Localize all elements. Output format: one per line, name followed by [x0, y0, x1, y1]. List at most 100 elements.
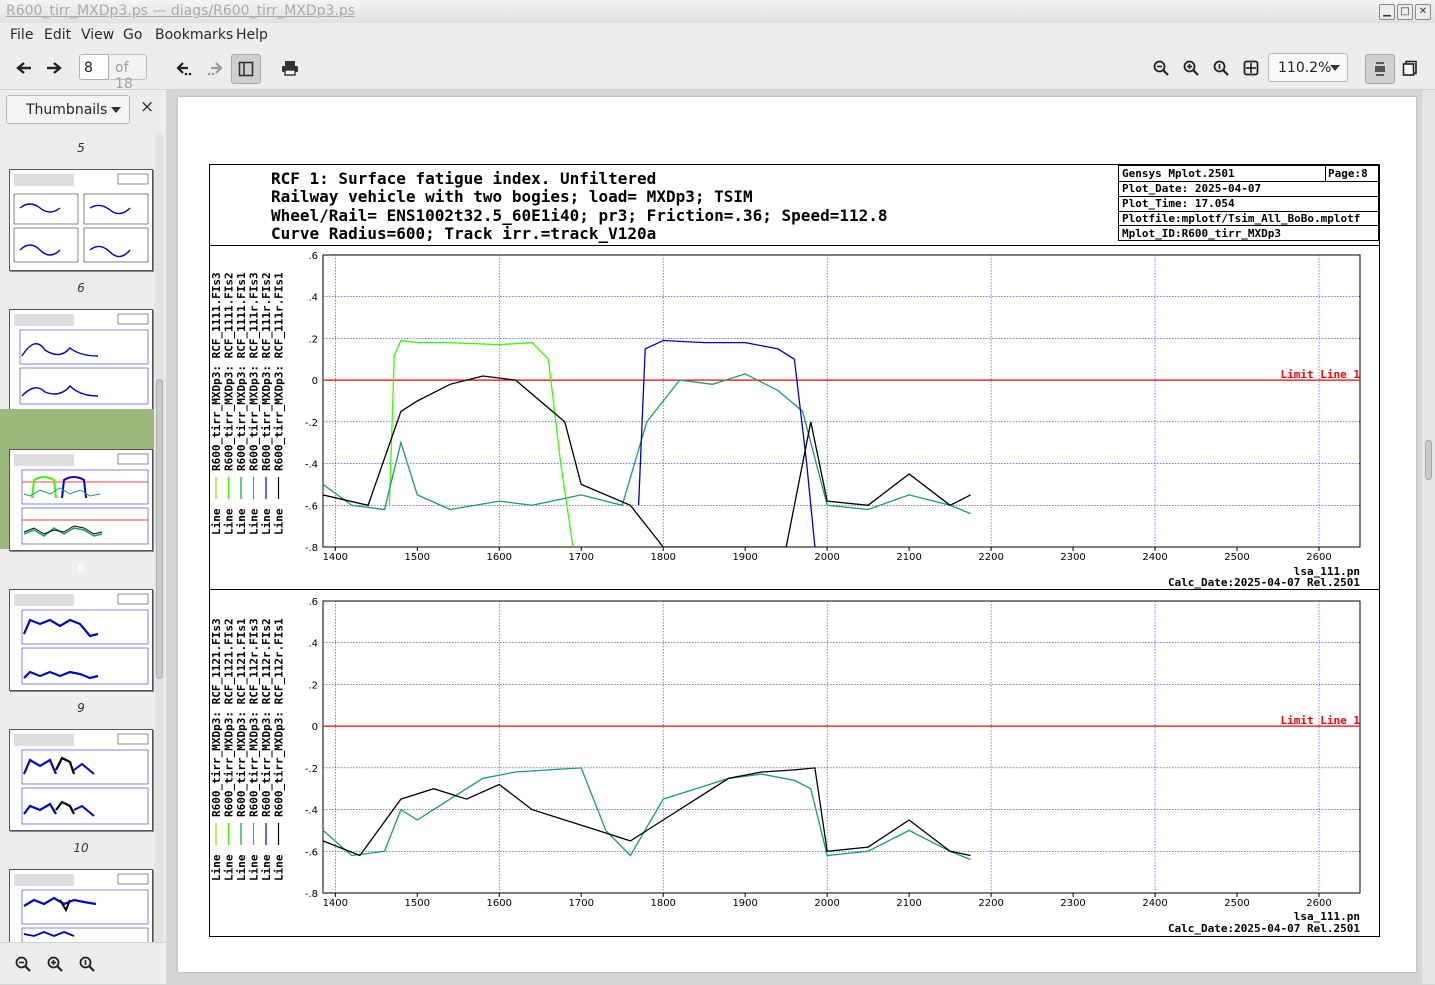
document-page: RCF 1: Surface fatigue index. Unfiltered… — [178, 97, 1416, 972]
sidebar-toggle-icon[interactable] — [231, 54, 261, 84]
document-view[interactable]: RCF 1: Surface fatigue index. Unfiltered… — [166, 90, 1435, 984]
x-tick-label: 1500 — [405, 552, 430, 563]
page-number-input[interactable]: 8 — [79, 54, 109, 80]
sidebar-scrollbar[interactable] — [155, 133, 164, 942]
chart-panel-2: 1400 1500 1600 1700 1800 1900 2000 2100 2200 2300… — [210, 597, 1361, 909]
legend-line-label: Line — [260, 854, 273, 881]
menu-help[interactable]: Help — [236, 27, 268, 43]
series-line — [323, 373, 971, 515]
y-tick-label: -.8 — [305, 543, 318, 554]
legend-series-label: R600_tirr_MXDp3: RCF_1111.FIs1 — [235, 272, 248, 471]
zoom-value: 110.2% — [1278, 60, 1332, 76]
legend-line-label: Line — [260, 508, 273, 535]
sidebar-bottom-bar — [0, 942, 166, 985]
menu-bar: File Edit View Go Bookmarks Help — [0, 23, 1435, 47]
y-tick-label: 0 — [312, 376, 318, 387]
forward-icon[interactable] — [41, 55, 67, 81]
window-titlebar[interactable]: R600_tirr_MXDp3.ps — diags/R600_tirr_MXD… — [0, 0, 1435, 24]
continuous-view-icon[interactable] — [1365, 54, 1395, 84]
zoom-out-icon[interactable] — [10, 951, 36, 977]
legend-series-label: R600_tirr_MXDp3: RCF_112r.FIs1 — [273, 618, 286, 817]
legend-series-label: R600_tirr_MXDp3: RCF_111r.FIs2 — [260, 272, 273, 471]
legend-line-label: Line — [273, 508, 286, 535]
close-window-button[interactable]: ✕ — [1415, 4, 1431, 20]
sidebar-mode-select[interactable]: Thumbnails — [6, 95, 130, 124]
back-icon[interactable] — [11, 55, 37, 81]
y-tick-label: .4 — [308, 639, 318, 650]
footer-calc-1: Calc_Date:2025-04-07 Rel.2501 — [1168, 576, 1360, 589]
legend-line-label: Line — [273, 854, 286, 881]
x-tick-label: 2200 — [978, 552, 1003, 563]
zoom-select[interactable]: 110.2% — [1268, 53, 1348, 82]
thumbnail-image — [9, 589, 153, 691]
legend-line-label: Line — [210, 508, 223, 535]
thumbnail-page-10[interactable]: 10 — [0, 689, 154, 855]
legend-series-label: R600_tirr_MXDp3: RCF_111r.FIs1 — [273, 272, 286, 471]
minimize-button[interactable]: ▁ — [1379, 4, 1395, 20]
document-scrollbar[interactable] — [1422, 90, 1435, 984]
header-title-line-4: Curve Radius=600; Track irr.=track_V120a — [271, 224, 656, 243]
history-back-icon[interactable] — [172, 55, 198, 81]
x-tick-label: 1800 — [650, 552, 675, 563]
y-tick-label: -.6 — [305, 847, 318, 858]
x-tick-label: 2400 — [1142, 898, 1167, 909]
x-tick-label: 2300 — [1060, 552, 1085, 563]
legend-line-label: Line — [248, 508, 261, 535]
thumbnail-page-8[interactable]: 8 — [0, 409, 154, 575]
thumbnail-image — [9, 309, 153, 411]
x-tick-label: 2300 — [1060, 898, 1085, 909]
menu-view[interactable]: View — [81, 27, 114, 43]
scrollbar-thumb[interactable] — [1425, 440, 1432, 480]
legend-line-label: Line — [223, 854, 236, 881]
header-title-line-3: Wheel/Rail= ENS1002t32.5_60E1i40; pr3; F… — [271, 206, 888, 225]
zoom-fit-icon[interactable] — [1238, 55, 1264, 81]
series-line — [323, 767, 971, 857]
limit-line-label: Limit_Line 1 — [1281, 714, 1361, 727]
print-icon[interactable] — [277, 55, 303, 81]
zoom-original-icon[interactable] — [74, 951, 100, 977]
menu-edit[interactable]: Edit — [44, 27, 71, 43]
scrollbar-thumb[interactable] — [156, 379, 163, 679]
y-tick-label: .6 — [308, 597, 318, 608]
legend-series-label: R600_tirr_MXDp3: RCF_111r.FIs3 — [248, 272, 261, 471]
menu-bookmarks[interactable]: Bookmarks — [155, 27, 233, 43]
thumbnail-page-7[interactable]: 7 — [0, 269, 154, 435]
zoom-in-icon[interactable] — [1178, 55, 1204, 81]
x-tick-label: 1400 — [323, 552, 348, 563]
dual-page-icon[interactable] — [1397, 55, 1423, 81]
thumbnail-page-11[interactable]: 11 — [0, 829, 154, 942]
maximize-button[interactable]: □ — [1397, 4, 1413, 20]
thumbnail-page-9[interactable]: 9 — [0, 549, 154, 715]
y-tick-label: -.4 — [305, 460, 318, 471]
legend-series-label: R600_tirr_MXDp3: RCF_112r.FIs2 — [260, 618, 273, 817]
info-page: Page:8 — [1328, 167, 1368, 180]
zoom-original-icon[interactable] — [1208, 55, 1234, 81]
y-tick-label: -.8 — [305, 889, 318, 900]
y-tick-label: -.2 — [305, 418, 318, 429]
info-program: Gensys Mplot.2501 — [1122, 167, 1235, 180]
thumbnail-list[interactable]: 5 6 7 — [0, 133, 154, 942]
zoom-in-icon[interactable] — [42, 951, 68, 977]
x-tick-label: 2000 — [814, 552, 839, 563]
x-tick-label: 2600 — [1306, 898, 1331, 909]
footer-calc-2: Calc_Date:2025-04-07 Rel.2501 — [1168, 922, 1360, 935]
zoom-out-icon[interactable] — [1148, 55, 1174, 81]
legend-series-label: R600_tirr_MXDp3: RCF_1121.FIs2 — [223, 618, 236, 817]
legend-line-label: Line — [235, 854, 248, 881]
header-title-line-1: RCF 1: Surface fatigue index. Unfiltered — [271, 169, 656, 188]
legend-series-label: R600_tirr_MXDp3: RCF_1111.FIs3 — [210, 272, 223, 471]
x-tick-label: 2100 — [896, 552, 921, 563]
menu-go[interactable]: Go — [123, 27, 142, 43]
info-plotfile: Plotfile:mplotf/Tsim_All_BoBo.mplotf — [1122, 212, 1360, 225]
window-title: R600_tirr_MXDp3.ps — diags/R600_tirr_MXD… — [6, 3, 356, 19]
x-tick-label: 1400 — [323, 898, 348, 909]
history-forward-icon[interactable] — [201, 55, 227, 81]
menu-file[interactable]: File — [10, 27, 33, 43]
close-icon[interactable]: × — [140, 97, 154, 117]
x-tick-label: 1600 — [487, 898, 512, 909]
thumbnail-page-6[interactable]: 6 — [0, 133, 154, 295]
chevron-down-icon — [1330, 65, 1340, 71]
thumbnail-image — [9, 169, 153, 271]
x-tick-label: 2000 — [814, 898, 839, 909]
y-tick-label: .2 — [308, 334, 318, 345]
